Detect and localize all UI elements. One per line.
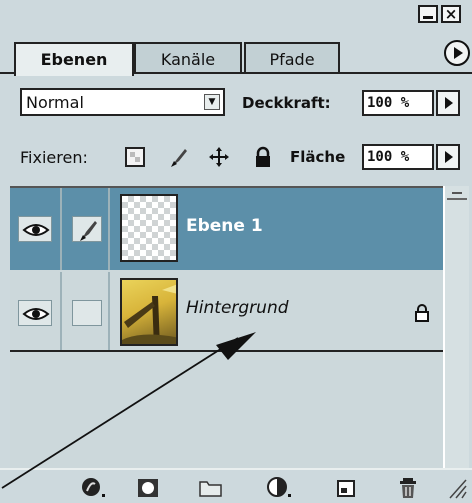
palette-titlebar: × <box>0 0 472 40</box>
photo-thumbnail-image <box>122 284 176 344</box>
brush-icon <box>80 221 97 241</box>
fill-field[interactable]: 100 % <box>362 144 434 170</box>
blend-mode-select[interactable]: Normal ▼ <box>20 88 225 116</box>
eye-icon[interactable] <box>19 217 53 243</box>
layer-thumbnail[interactable] <box>120 278 178 346</box>
tab-kanaele[interactable]: Kanäle <box>134 42 242 74</box>
opacity-field[interactable]: 100 % <box>362 90 434 116</box>
tab-ebenen[interactable]: Ebenen <box>14 42 134 76</box>
layers-palette: × Ebenen Kanäle Pfade Normal ▼ Deckkraft… <box>0 0 472 503</box>
fill-label: Fläche <box>290 148 346 166</box>
minimize-button[interactable] <box>418 5 438 23</box>
lock-move-icon[interactable] <box>208 146 230 168</box>
scrollbar[interactable] <box>443 186 469 468</box>
visibility-cell[interactable] <box>10 188 62 270</box>
scroll-up-icon[interactable] <box>447 188 467 200</box>
blend-mode-value: Normal <box>26 93 84 112</box>
eye-icon[interactable] <box>19 301 53 327</box>
link-cell[interactable] <box>64 188 110 270</box>
fill-slider-button[interactable] <box>436 144 460 170</box>
new-layer-icon[interactable] <box>334 476 360 500</box>
palette-menu-icon[interactable] <box>444 40 470 66</box>
lock-icon <box>415 304 429 322</box>
layer-row[interactable]: Ebene 1 <box>10 188 443 270</box>
visibility-cell[interactable] <box>10 272 62 350</box>
close-button[interactable]: × <box>441 5 461 23</box>
lock-paint-icon[interactable] <box>168 146 190 168</box>
lock-all-icon[interactable] <box>252 146 274 168</box>
layer-list: Ebene 1 Hintergrund <box>10 186 443 468</box>
new-set-icon[interactable] <box>198 476 224 500</box>
palette-tabs: Ebenen Kanäle Pfade <box>0 38 472 76</box>
bottom-toolbar <box>0 468 472 503</box>
trash-icon[interactable] <box>396 476 422 500</box>
layer-name[interactable]: Hintergrund <box>186 298 289 318</box>
layer-name[interactable]: Ebene 1 <box>186 216 263 236</box>
resize-grip-icon[interactable] <box>446 474 468 500</box>
lock-label: Fixieren: <box>20 148 88 167</box>
layer-thumbnail[interactable] <box>120 194 178 262</box>
adjustment-layer-icon[interactable] <box>266 476 292 500</box>
tab-pfade[interactable]: Pfade <box>244 42 340 74</box>
opacity-label: Deckkraft: <box>242 94 331 112</box>
layer-style-icon[interactable] <box>80 476 106 500</box>
add-mask-icon[interactable] <box>136 476 162 500</box>
chevron-down-icon[interactable]: ▼ <box>204 94 220 110</box>
opacity-slider-button[interactable] <box>436 90 460 116</box>
empty-link-box[interactable] <box>72 300 102 326</box>
layer-row[interactable]: Hintergrund <box>10 272 443 352</box>
link-cell[interactable] <box>64 272 110 350</box>
lock-transparency-icon[interactable] <box>124 146 146 168</box>
